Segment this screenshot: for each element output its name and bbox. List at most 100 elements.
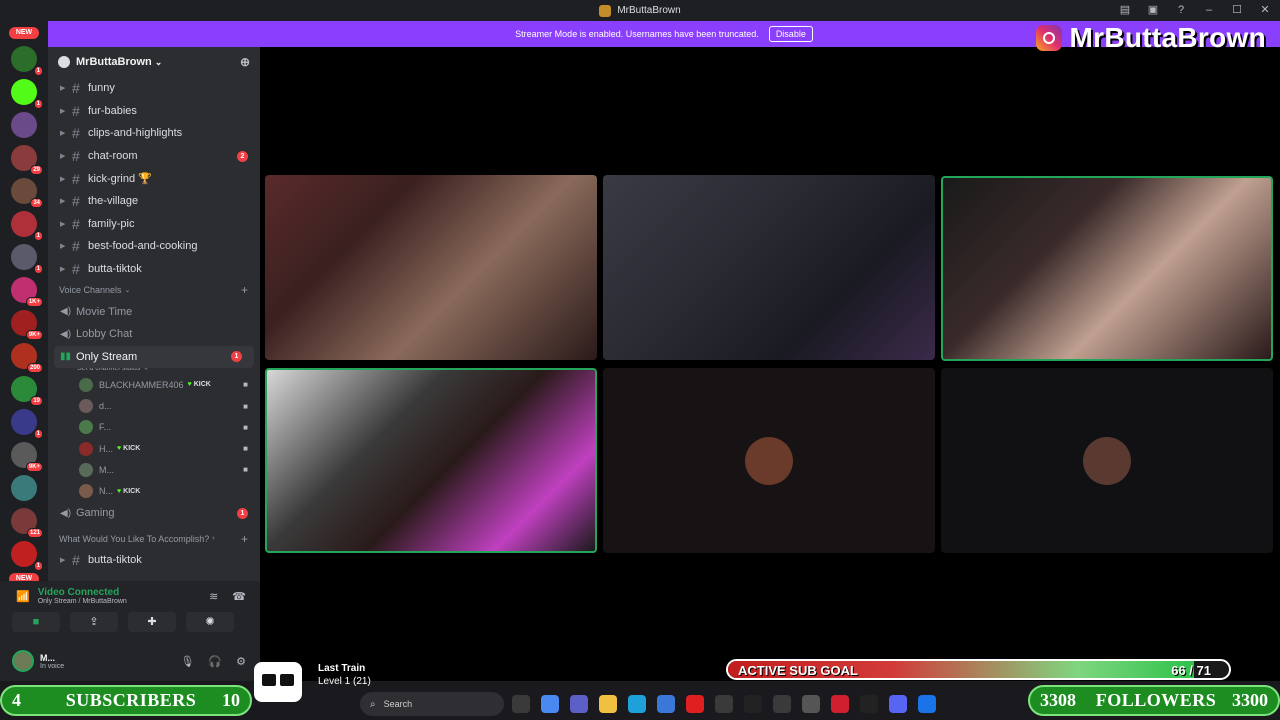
server-badge: 1 <box>33 429 43 439</box>
server-icon[interactable]: 34 <box>11 178 43 208</box>
file-explorer-icon[interactable] <box>599 695 617 713</box>
server-icon[interactable] <box>11 475 37 501</box>
avatar <box>79 399 93 414</box>
participant-video-tile[interactable] <box>603 175 935 360</box>
screen-icon[interactable]: ▣ <box>1146 3 1160 16</box>
server-icon[interactable]: 200 <box>11 343 43 373</box>
channel-item[interactable]: ▶ # chat-room 2 <box>48 145 260 168</box>
tiktok-icon[interactable] <box>744 695 762 713</box>
avatar[interactable] <box>12 650 34 672</box>
server-icon[interactable]: 1 <box>11 79 43 109</box>
create-channel-icon[interactable]: + <box>241 532 248 546</box>
store-icon[interactable] <box>657 695 675 713</box>
speaker-icon: ◀) <box>60 507 72 519</box>
voice-channel-item[interactable]: ◀) Movie Time <box>48 300 260 323</box>
teams-icon[interactable] <box>570 695 588 713</box>
youtube-icon[interactable] <box>686 695 704 713</box>
user-panel: M... In voice 🎙 🎧 ⚙ <box>0 641 260 681</box>
voice-channel-only-stream[interactable]: ▮▮ Only Stream 1 <box>54 345 254 369</box>
accomplish-category[interactable]: What Would You Like To Accomplish? › + <box>48 529 260 549</box>
voice-channels-category[interactable]: Voice Channels ⌄ + <box>48 280 260 300</box>
channel-item[interactable]: ▶ # the-village <box>48 190 260 213</box>
close-button[interactable]: ✕ <box>1258 3 1272 16</box>
participant-tile-avatar[interactable] <box>603 368 935 553</box>
server-badge: 1 <box>33 99 43 109</box>
new-badge-bottom[interactable]: NEW <box>9 573 39 581</box>
camera-button[interactable]: ■ <box>12 612 60 632</box>
voice-user[interactable]: M... ■ <box>48 459 260 480</box>
signal-icon[interactable]: 📶 <box>16 590 30 603</box>
channel-label: funny <box>88 82 115 95</box>
participant-tile-avatar[interactable] <box>941 368 1273 553</box>
sub-goal-bar: ACTIVE SUB GOAL 66 / 71 <box>726 659 1231 680</box>
channel-item[interactable]: ▶ # clips-and-highlights <box>48 122 260 145</box>
task-view-icon[interactable] <box>512 695 530 713</box>
voice-user[interactable]: H...KICK ■ <box>48 438 260 459</box>
activities-button[interactable]: ✚ <box>128 612 176 632</box>
obs-icon[interactable] <box>773 695 791 713</box>
instagram-overlay: MrButtaBrown <box>1035 22 1266 54</box>
chrome-icon[interactable] <box>918 695 936 713</box>
category-label: What Would You Like To Accomplish? <box>59 533 210 544</box>
channel-item[interactable]: ▶ # fur-babies <box>48 100 260 123</box>
streamlabs-icon[interactable] <box>831 695 849 713</box>
xbox-icon[interactable] <box>715 695 733 713</box>
headphones-icon[interactable]: 🎧 <box>208 655 222 668</box>
participant-video-tile[interactable] <box>941 176 1273 361</box>
hash-icon: # <box>72 238 80 255</box>
create-channel-icon[interactable]: + <box>241 283 248 297</box>
server-icon[interactable]: 29 <box>11 145 43 175</box>
maximize-button[interactable]: ☐ <box>1230 3 1244 16</box>
channel-item[interactable]: ▶ # family-pic <box>48 213 260 236</box>
server-icon[interactable]: 9K+ <box>11 442 43 472</box>
channel-item[interactable]: ▶ # butta-tiktok <box>48 258 260 281</box>
invite-people-icon[interactable]: ⊕ <box>240 55 250 69</box>
server-icon[interactable]: 1K+ <box>11 277 43 307</box>
new-badge[interactable]: NEW <box>9 27 39 39</box>
soundboard-button[interactable]: ✺ <box>186 612 234 632</box>
voice-user[interactable]: d... ■ <box>48 395 260 416</box>
server-icon[interactable]: 19 <box>11 376 43 406</box>
copilot-icon[interactable] <box>541 695 559 713</box>
channel-item[interactable]: ▶ # kick-grind 🏆 <box>48 167 260 190</box>
voice-user[interactable]: N...KICK <box>48 481 260 502</box>
server-icon[interactable]: 1 <box>11 244 43 274</box>
screen-share-button[interactable]: ⇪ <box>70 612 118 632</box>
server-icon[interactable]: 121 <box>11 508 43 538</box>
voice-channel-gaming[interactable]: ◀) Gaming 1 <box>48 502 260 525</box>
server-icon[interactable]: 1 <box>11 541 43 571</box>
server-icon[interactable]: 1 <box>11 409 43 439</box>
channel-butta-tiktok-bottom[interactable]: ▶ # butta-tiktok <box>48 549 260 572</box>
disable-button[interactable]: Disable <box>768 26 813 42</box>
voice-user[interactable]: F... ■ <box>48 417 260 438</box>
channel-item[interactable]: ▶ # funny <box>48 77 260 100</box>
voice-status-subtitle[interactable]: Only Stream / MrButtaBrown <box>38 598 127 605</box>
minimize-button[interactable]: – <box>1202 4 1216 16</box>
inbox-icon[interactable]: ▤ <box>1118 3 1132 16</box>
discord-icon[interactable] <box>889 695 907 713</box>
song-subtitle: Level 1 (21) <box>318 676 371 687</box>
search-input[interactable]: Search <box>384 699 413 709</box>
server-header[interactable]: MrButtaBrown ⌄ ⊕ <box>48 47 260 77</box>
gear-icon[interactable]: ⚙ <box>236 655 246 668</box>
disconnect-icon[interactable]: ☎ <box>232 590 246 603</box>
server-icon[interactable]: 9K+ <box>11 310 43 340</box>
server-badge: 1 <box>33 66 43 76</box>
noise-suppression-icon[interactable]: ≋ <box>209 590 218 603</box>
participant-video-tile[interactable] <box>265 368 597 553</box>
voice-channel-item[interactable]: ◀) Lobby Chat <box>48 323 260 346</box>
voice-user[interactable]: BLACKHAMMER406 KICK ■ <box>48 374 260 395</box>
microphone-icon[interactable]: 🎙 <box>180 655 194 668</box>
app-icon[interactable] <box>802 695 820 713</box>
channel-item[interactable]: ▶ # best-food-and-cooking <box>48 235 260 258</box>
mention-badge: 1 <box>237 507 248 519</box>
edge-icon[interactable] <box>628 695 646 713</box>
help-icon[interactable]: ? <box>1174 4 1188 16</box>
avatar <box>79 484 93 499</box>
server-icon[interactable]: 1 <box>11 211 43 241</box>
taskbar-search[interactable]: ⌕ Search <box>360 692 504 716</box>
server-icon[interactable] <box>11 112 37 138</box>
server-icon[interactable]: 1 <box>11 46 43 76</box>
participant-video-tile[interactable] <box>265 175 597 360</box>
capcut-icon[interactable] <box>860 695 878 713</box>
